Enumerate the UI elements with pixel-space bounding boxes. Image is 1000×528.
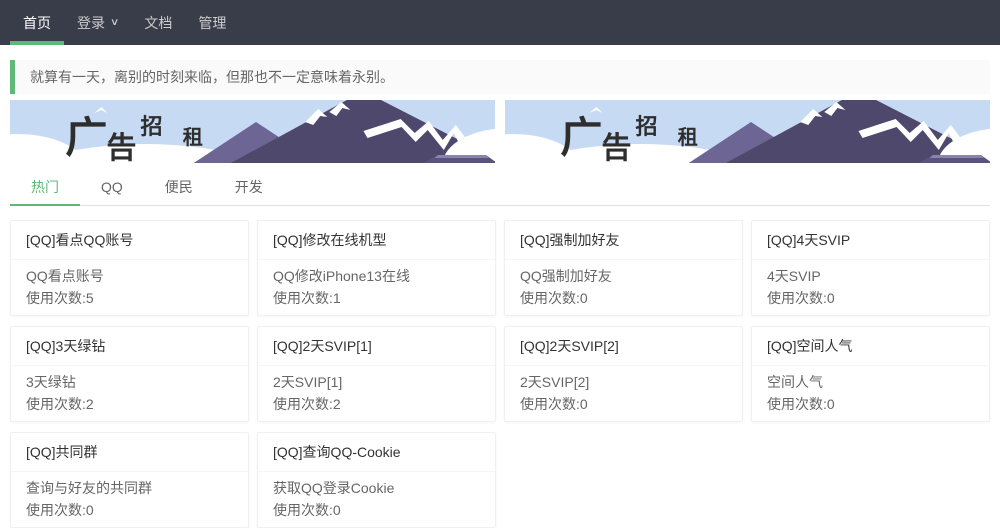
banner-char-gao: 告 <box>601 131 631 163</box>
card-title: [QQ]修改在线机型 <box>258 221 495 260</box>
card-body: QQ强制加好友使用次数:0 <box>505 260 742 315</box>
card-body: 3天绿钻使用次数:2 <box>11 366 248 421</box>
app-card[interactable]: [QQ]空间人气空间人气使用次数:0 <box>751 326 990 422</box>
card-usage-count: 使用次数:2 <box>26 393 233 415</box>
card-description: 获取QQ登录Cookie <box>273 477 480 499</box>
card-usage-count: 使用次数:0 <box>520 393 727 415</box>
notice-banner: 就算有一天，离别的时刻来临，但那也不一定意味着永别。 <box>10 60 990 94</box>
mountain-ad-illustration: 广 告 招 租 <box>505 100 990 163</box>
mountain-ad-illustration: 广 告 招 租 <box>10 100 495 163</box>
card-body: 2天SVIP[1]使用次数:2 <box>258 366 495 421</box>
nav-item-label: 文档 <box>144 13 172 33</box>
card-title: [QQ]看点QQ账号 <box>11 221 248 260</box>
card-title: [QQ]3天绿钻 <box>11 327 248 366</box>
ad-banner[interactable]: 广 告 招 租 <box>505 100 990 163</box>
nav-item-label: 首页 <box>23 13 51 33</box>
app-card[interactable]: [QQ]2天SVIP[2]2天SVIP[2]使用次数:0 <box>504 326 743 422</box>
card-body: 2天SVIP[2]使用次数:0 <box>505 366 742 421</box>
card-body: 获取QQ登录Cookie使用次数:0 <box>258 472 495 527</box>
card-description: 2天SVIP[1] <box>273 371 480 393</box>
banner-char-guang: 广 <box>65 115 107 162</box>
card-description: QQ强制加好友 <box>520 265 727 287</box>
nav-item-3[interactable]: 管理 <box>185 0 239 45</box>
card-usage-count: 使用次数:0 <box>767 287 974 309</box>
card-usage-count: 使用次数:0 <box>767 393 974 415</box>
banner-char-zhao: 招 <box>141 114 163 139</box>
tab-1[interactable]: QQ <box>80 169 144 205</box>
app-card[interactable]: [QQ]4天SVIP4天SVIP使用次数:0 <box>751 220 990 316</box>
card-usage-count: 使用次数:5 <box>26 287 233 309</box>
category-tabs: 热门QQ便民开发 <box>10 169 990 206</box>
card-title: [QQ]查询QQ-Cookie <box>258 433 495 472</box>
card-body: 查询与好友的共同群使用次数:0 <box>11 472 248 527</box>
card-usage-count: 使用次数:0 <box>26 499 233 521</box>
app-card[interactable]: [QQ]强制加好友QQ强制加好友使用次数:0 <box>504 220 743 316</box>
nav-item-1[interactable]: 登录 ∨ <box>64 0 131 45</box>
card-body: QQ修改iPhone13在线使用次数:1 <box>258 260 495 315</box>
card-description: 4天SVIP <box>767 265 974 287</box>
card-title: [QQ]2天SVIP[2] <box>505 327 742 366</box>
notice-text: 就算有一天，离别的时刻来临，但那也不一定意味着永别。 <box>30 69 394 85</box>
nav-item-0[interactable]: 首页 <box>10 0 64 45</box>
card-body: 4天SVIP使用次数:0 <box>752 260 989 315</box>
app-card[interactable]: [QQ]修改在线机型QQ修改iPhone13在线使用次数:1 <box>257 220 496 316</box>
card-description: 3天绿钻 <box>26 371 233 393</box>
card-title: [QQ]强制加好友 <box>505 221 742 260</box>
card-description: QQ看点账号 <box>26 265 233 287</box>
nav-item-label: 管理 <box>198 13 226 33</box>
card-title: [QQ]2天SVIP[1] <box>258 327 495 366</box>
top-navbar: 首页 登录 ∨ 文档 管理 <box>0 0 1000 45</box>
card-usage-count: 使用次数:0 <box>273 499 480 521</box>
nav-item-label: 登录 <box>77 13 105 33</box>
card-body: 空间人气使用次数:0 <box>752 366 989 421</box>
banner-char-zu: 租 <box>678 126 698 149</box>
banner-char-zu: 租 <box>183 126 203 149</box>
card-title: [QQ]空间人气 <box>752 327 989 366</box>
card-body: QQ看点账号使用次数:5 <box>11 260 248 315</box>
app-card[interactable]: [QQ]查询QQ-Cookie获取QQ登录Cookie使用次数:0 <box>257 432 496 528</box>
ad-banner-row: 广 告 招 租 广 告 招 租 <box>10 100 990 163</box>
app-card-grid: [QQ]看点QQ账号QQ看点账号使用次数:5[QQ]修改在线机型QQ修改iPho… <box>10 220 990 528</box>
ad-banner[interactable]: 广 告 招 租 <box>10 100 495 163</box>
banner-char-zhao: 招 <box>636 114 658 139</box>
tab-3[interactable]: 开发 <box>214 169 284 205</box>
card-description: 空间人气 <box>767 371 974 393</box>
banner-char-gao: 告 <box>106 131 136 163</box>
card-usage-count: 使用次数:2 <box>273 393 480 415</box>
tab-0[interactable]: 热门 <box>10 169 80 205</box>
chevron-down-icon: ∨ <box>110 18 120 28</box>
card-description: QQ修改iPhone13在线 <box>273 265 480 287</box>
card-usage-count: 使用次数:0 <box>520 287 727 309</box>
tab-2[interactable]: 便民 <box>144 169 214 205</box>
banner-char-guang: 广 <box>560 115 602 162</box>
card-description: 查询与好友的共同群 <box>26 477 233 499</box>
card-title: [QQ]4天SVIP <box>752 221 989 260</box>
nav-item-2[interactable]: 文档 <box>131 0 185 45</box>
card-description: 2天SVIP[2] <box>520 371 727 393</box>
app-card[interactable]: [QQ]3天绿钻3天绿钻使用次数:2 <box>10 326 249 422</box>
app-card[interactable]: [QQ]看点QQ账号QQ看点账号使用次数:5 <box>10 220 249 316</box>
card-usage-count: 使用次数:1 <box>273 287 480 309</box>
app-card[interactable]: [QQ]共同群查询与好友的共同群使用次数:0 <box>10 432 249 528</box>
card-title: [QQ]共同群 <box>11 433 248 472</box>
app-card[interactable]: [QQ]2天SVIP[1]2天SVIP[1]使用次数:2 <box>257 326 496 422</box>
